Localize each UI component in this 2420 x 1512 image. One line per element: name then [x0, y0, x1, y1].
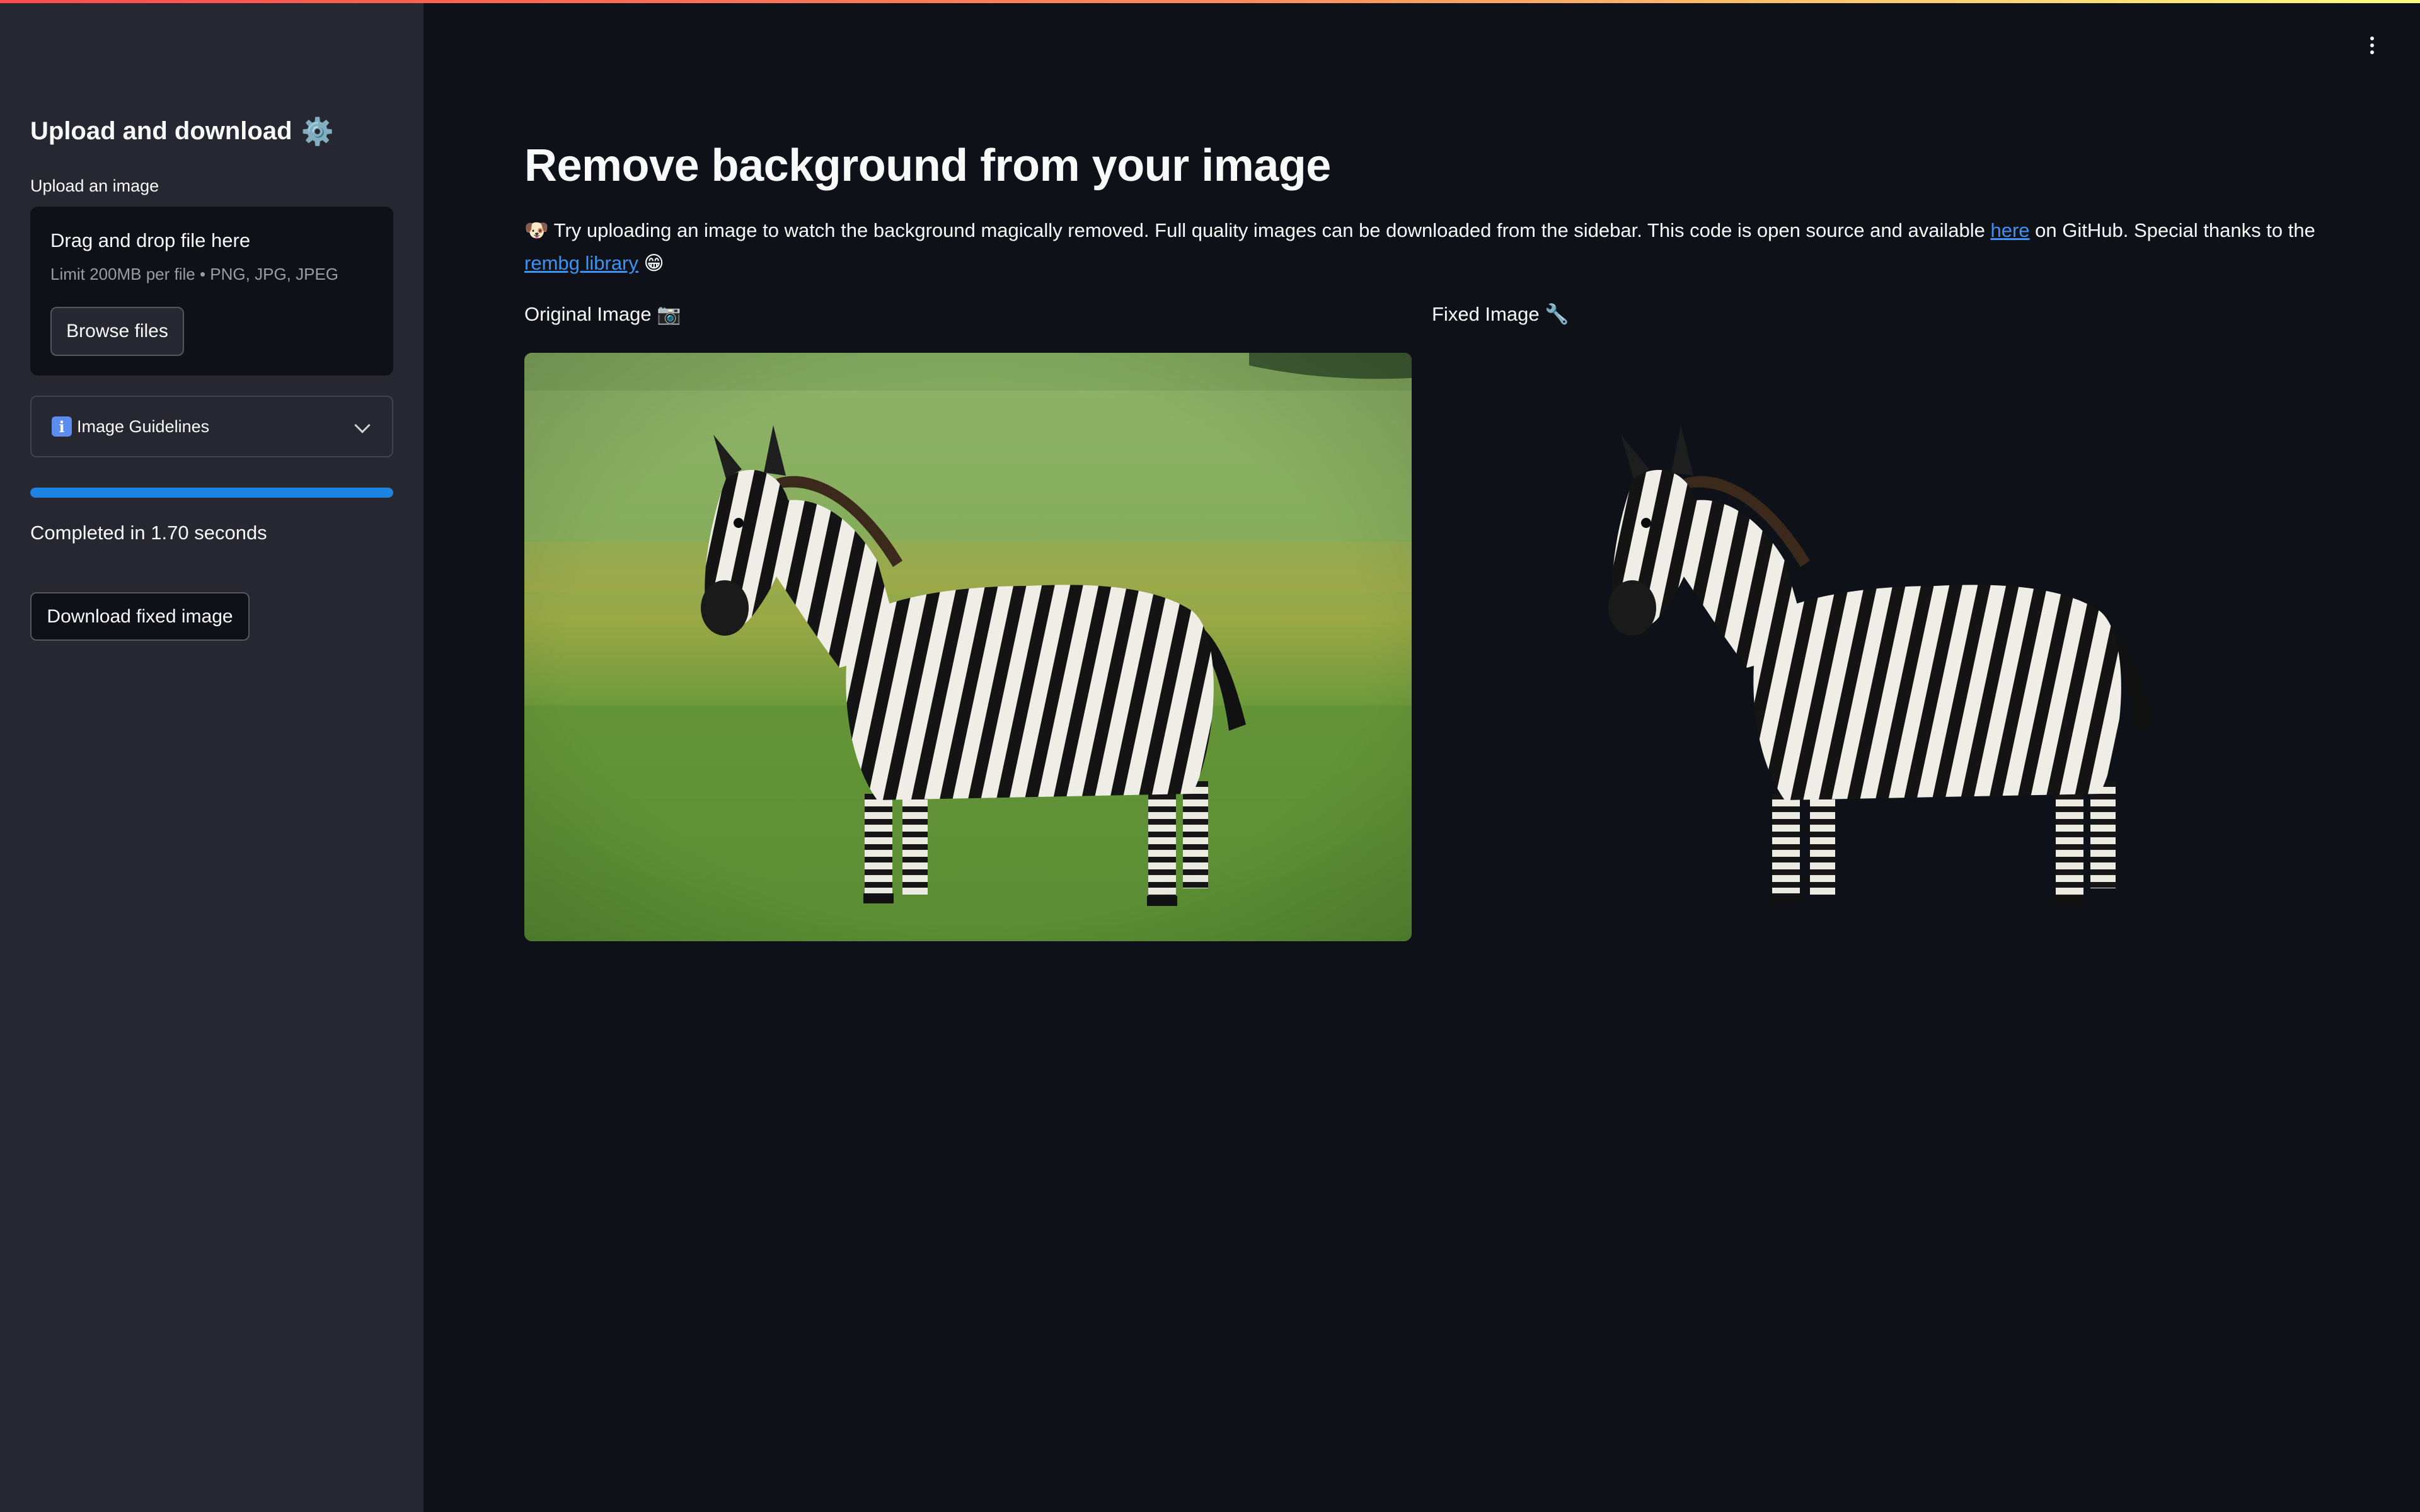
dropzone-title: Drag and drop file here	[50, 229, 251, 251]
chevron-down-icon	[354, 417, 371, 433]
expander-label: Image Guidelines	[77, 416, 210, 436]
original-image	[524, 353, 1412, 941]
main-menu-button[interactable]	[2360, 33, 2385, 58]
zebra-photo	[524, 353, 1412, 941]
browse-files-button[interactable]: Browse files	[50, 307, 184, 356]
intro-text-part1: Try uploading an image to watch the back…	[548, 219, 1991, 241]
sidebar-heading: Upload and download ⚙️	[30, 117, 334, 146]
menu-dot	[2370, 37, 2374, 40]
file-dropzone[interactable]: Drag and drop file here Limit 200MB per …	[30, 207, 393, 375]
original-image-label: Original Image 📷	[524, 303, 681, 325]
completion-status: Completed in 1.70 seconds	[30, 522, 267, 544]
grin-emoji: 😁	[643, 252, 664, 274]
fixed-image-label: Fixed Image 🔧	[1432, 303, 1569, 325]
dropzone-limit-text: Limit 200MB per file • PNG, JPG, JPEG	[50, 265, 339, 284]
github-link[interactable]: here	[1990, 219, 2029, 241]
sidebar-heading-text: Upload and download	[30, 117, 292, 145]
sidebar: Upload and download ⚙️ Upload an image D…	[0, 0, 424, 1512]
fixed-image	[1432, 353, 2319, 941]
page-title: Remove background from your image	[524, 140, 1331, 191]
menu-dot	[2370, 50, 2374, 54]
menu-dot	[2370, 43, 2374, 47]
download-fixed-image-button[interactable]: Download fixed image	[30, 592, 250, 641]
info-icon: i	[52, 416, 72, 437]
intro-text: 🐶 Try uploading an image to watch the ba…	[524, 214, 2327, 280]
gear-icon: ⚙️	[301, 116, 334, 146]
image-guidelines-expander[interactable]: i Image Guidelines	[30, 396, 393, 457]
intro-text-part2: on GitHub. Special thanks to the	[2029, 219, 2315, 241]
upload-label: Upload an image	[30, 176, 159, 195]
dog-emoji: 🐶	[524, 219, 549, 241]
progress-bar	[30, 488, 393, 498]
progress-bar-fill	[30, 488, 393, 498]
zebra-cutout	[1608, 425, 2153, 906]
header-decoration-bar	[0, 0, 2420, 3]
rembg-library-link[interactable]: rembg library	[524, 252, 638, 274]
